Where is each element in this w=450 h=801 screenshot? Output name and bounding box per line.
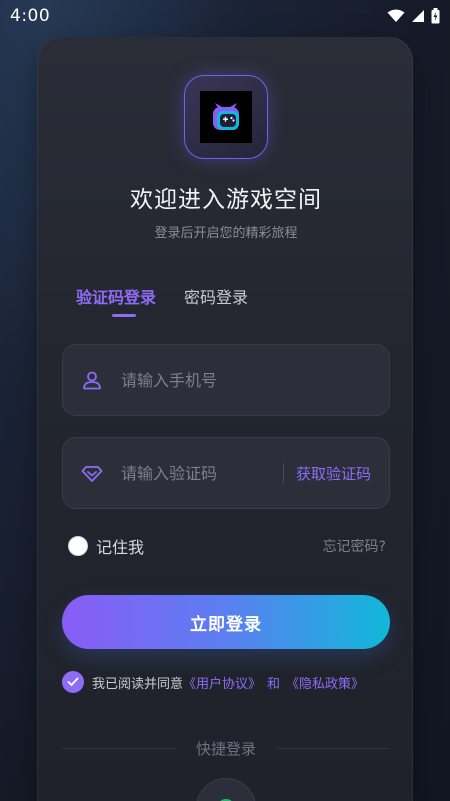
active-tab-indicator [112, 314, 136, 317]
remember-me-toggle[interactable]: 记住我 [68, 534, 144, 558]
signal-icon [412, 10, 424, 22]
tab-sms-login[interactable]: 验证码登录 [76, 284, 156, 308]
check-icon [67, 677, 79, 686]
wifi-icon [387, 9, 405, 22]
code-input[interactable] [119, 462, 277, 484]
page-title: 欢迎进入游戏空间 [130, 187, 322, 213]
login-button[interactable]: 立即登录 [62, 595, 390, 649]
logo-inner [200, 91, 252, 143]
agreement-and: 和 [267, 676, 281, 692]
agreement-row: 我已阅读并同意 《用户协议》 和 《隐私政策》 [62, 671, 364, 693]
remember-me-label: 记住我 [96, 538, 145, 557]
user-icon [83, 371, 101, 390]
app-logo [184, 75, 268, 159]
phone-input[interactable] [119, 369, 371, 391]
page-subtitle: 登录后开启您的精彩旅程 [154, 226, 298, 241]
login-card: 欢迎进入游戏空间 登录后开启您的精彩旅程 验证码登录 密码登录 获取验证码 记住… [37, 37, 413, 801]
battery-icon [431, 8, 440, 24]
forgot-password-link[interactable]: 忘记密码? [323, 536, 386, 556]
field-divider [282, 463, 284, 483]
quick-login-label: 快捷登录 [196, 740, 257, 758]
phone-field[interactable] [62, 344, 390, 416]
status-icons [387, 8, 440, 24]
status-time: 4:00 [10, 6, 51, 26]
user-agreement-link[interactable]: 《用户协议》 [183, 673, 261, 692]
remember-me-radio[interactable] [68, 536, 88, 556]
agreement-checkbox[interactable] [62, 671, 84, 693]
status-bar: 4:00 [0, 0, 450, 32]
get-code-button[interactable]: 获取验证码 [296, 463, 371, 484]
login-tabs: 验证码登录 密码登录 [76, 284, 248, 308]
divider-line-left [62, 748, 176, 749]
tab-password-login[interactable]: 密码登录 [184, 284, 248, 308]
remember-row: 记住我 忘记密码? [68, 534, 386, 558]
game-controller-icon [213, 103, 239, 130]
agreement-text: 我已阅读并同意 [92, 676, 184, 692]
quick-login-divider: 快捷登录 [62, 738, 391, 759]
divider-line-right [276, 748, 391, 749]
diamond-icon [81, 466, 103, 482]
privacy-policy-link[interactable]: 《隐私政策》 [286, 673, 364, 692]
quick-login-button[interactable] [196, 778, 256, 801]
code-field[interactable]: 获取验证码 [62, 437, 390, 509]
